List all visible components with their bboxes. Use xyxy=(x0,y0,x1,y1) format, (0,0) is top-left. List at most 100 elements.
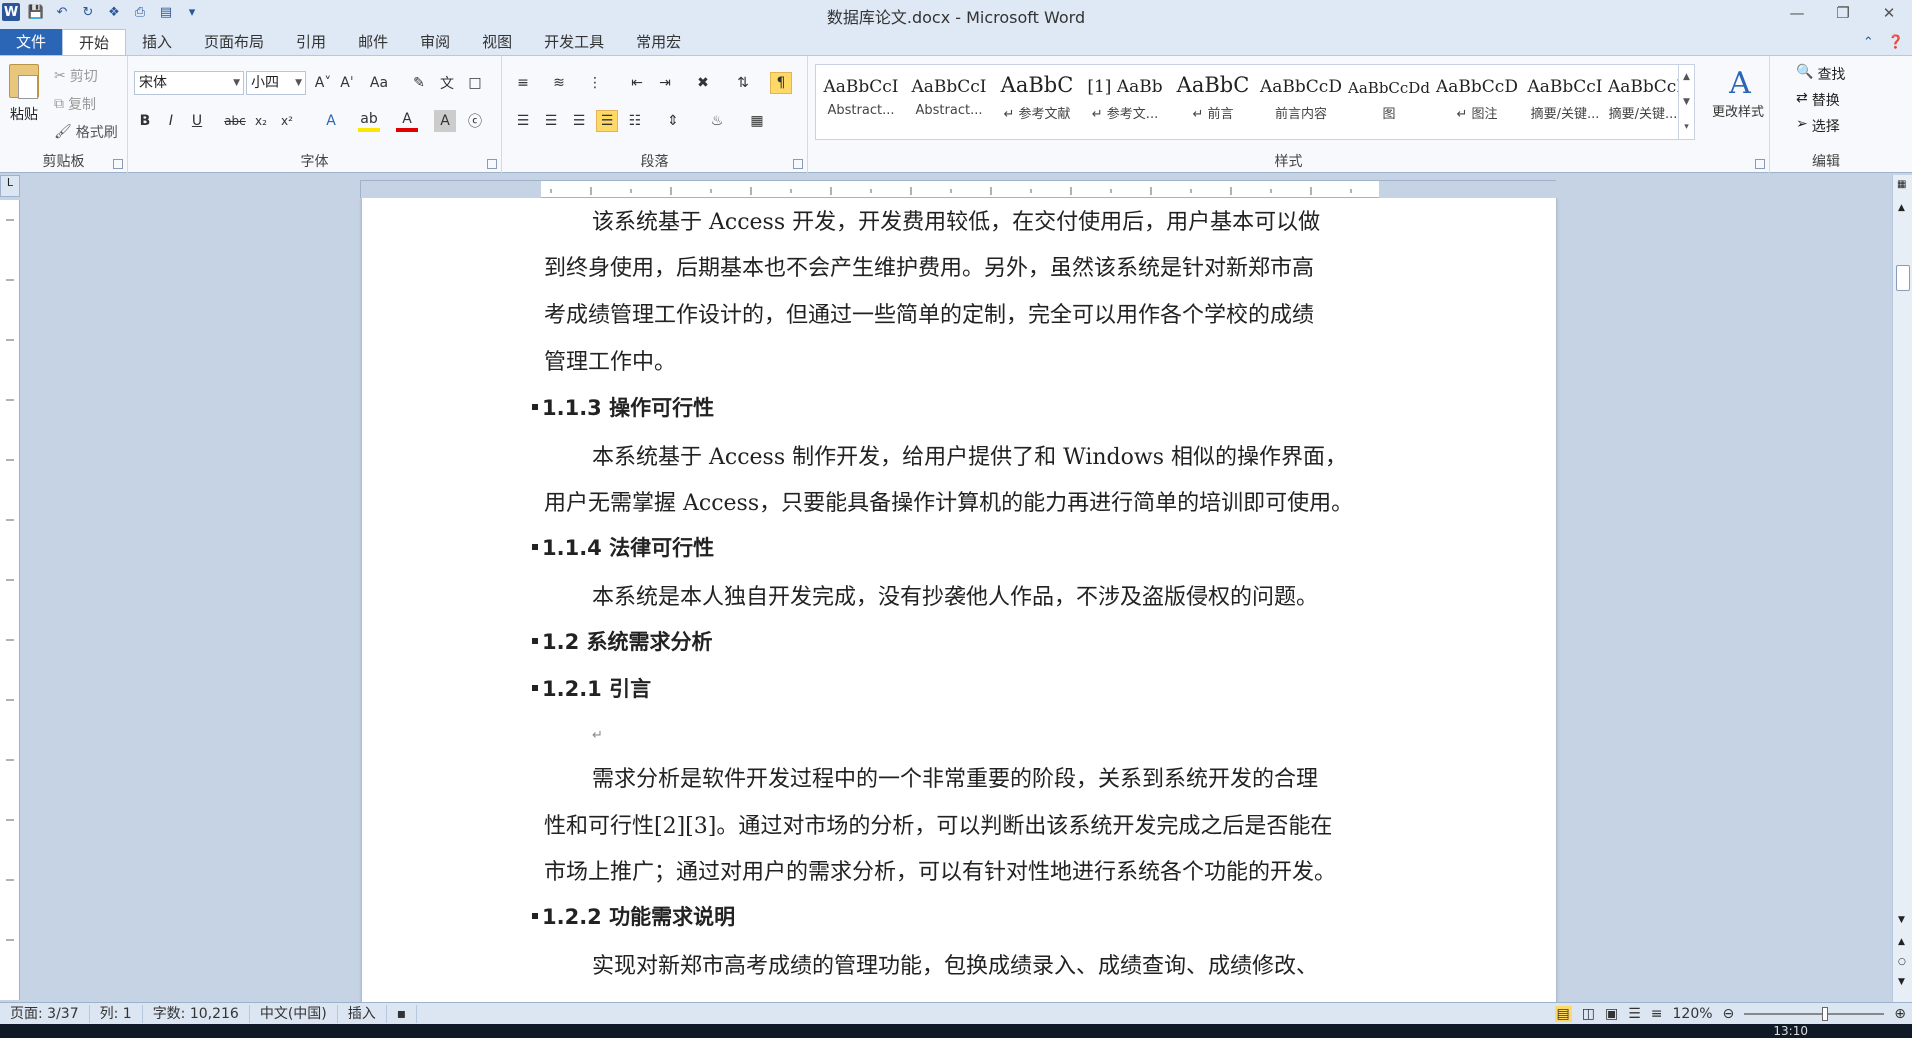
enclose-char-icon[interactable]: ⓒ xyxy=(464,110,486,132)
minimize-ribbon-icon[interactable]: ⌃ xyxy=(1863,35,1874,50)
format-painter-button[interactable]: 🖌 格式刷 xyxy=(54,122,118,142)
close-icon[interactable]: ✕ xyxy=(1866,0,1912,26)
font-size-combo[interactable]: 小四 ▼ xyxy=(246,71,306,95)
document-page[interactable]: 该系统基于 Access 开发，开发费用较低，在交付使用后，用户基本可以做 到终… xyxy=(362,198,1556,1002)
multilevel-list-icon[interactable]: ⋮ xyxy=(584,72,606,94)
status-word-count[interactable]: 字数: 10,216 xyxy=(143,1004,250,1023)
full-screen-reading-icon[interactable]: ◫ xyxy=(1582,1006,1595,1022)
scroll-up-icon[interactable]: ▲ xyxy=(1683,72,1690,82)
zoom-in-icon[interactable]: ⊕ xyxy=(1894,1006,1906,1022)
status-language[interactable]: 中文(中国) xyxy=(250,1004,338,1023)
scroll-up-icon[interactable]: ▲ xyxy=(1898,203,1905,213)
style-item[interactable]: AaBbC ↵ 参考文献 xyxy=(994,67,1080,137)
style-item[interactable]: AaBbCcD 摘要/关键... xyxy=(1608,67,1678,137)
tab-home[interactable]: 开始 xyxy=(62,29,127,55)
style-item[interactable]: AaBbCcDd 图 xyxy=(1346,67,1432,137)
clear-format-icon[interactable]: ✎ xyxy=(408,72,430,94)
vertical-ruler[interactable] xyxy=(0,200,20,1000)
chinese-layout-icon[interactable]: ✖ xyxy=(692,72,714,94)
align-center-icon[interactable]: ☰ xyxy=(540,110,562,132)
tab-view[interactable]: 视图 xyxy=(466,29,528,55)
zoom-slider[interactable] xyxy=(1744,1006,1885,1021)
print-layout-icon[interactable]: ▤ xyxy=(1554,1005,1572,1022)
outline-icon[interactable]: ☰ xyxy=(1628,1006,1641,1022)
tab-selector[interactable]: L xyxy=(0,175,20,197)
tab-page-layout[interactable]: 页面布局 xyxy=(188,29,280,55)
prev-page-icon[interactable]: ▲ xyxy=(1898,937,1905,947)
bold-icon[interactable]: B xyxy=(134,110,156,132)
tab-references[interactable]: 引用 xyxy=(280,29,342,55)
borders-icon[interactable]: ▦ xyxy=(746,110,768,132)
web-layout-icon[interactable]: ▣ xyxy=(1605,1006,1618,1022)
sort-icon[interactable]: ⇅ xyxy=(732,72,754,94)
style-item[interactable]: AaBbCcI Abstract... xyxy=(818,67,904,137)
scroll-down-icon[interactable]: ▼ xyxy=(1683,97,1690,107)
shrink-font-icon[interactable]: Aˈ xyxy=(336,72,358,94)
ruler-toggle-icon[interactable]: ▦ xyxy=(1897,179,1906,190)
tab-file[interactable]: 文件 xyxy=(0,29,62,55)
cut-button[interactable]: ✂ 剪切 xyxy=(54,66,98,86)
strikethrough-icon[interactable]: abc xyxy=(224,110,246,132)
char-shading-icon[interactable]: A xyxy=(434,110,456,132)
style-item[interactable]: AaBbCcI 摘要/关键... xyxy=(1522,67,1608,137)
paste-button[interactable]: 粘贴 xyxy=(6,64,42,124)
zoom-level[interactable]: 120% xyxy=(1673,1006,1713,1022)
line-spacing-icon[interactable]: ⇕ xyxy=(662,110,684,132)
font-name-combo[interactable]: 宋体 ▼ xyxy=(134,71,244,95)
browse-object-icon[interactable]: ○ xyxy=(1898,957,1906,967)
gallery-scroll[interactable]: ▲ ▼ ▾ xyxy=(1678,65,1694,139)
align-left-icon[interactable]: ☰ xyxy=(512,110,534,132)
text-effects-icon[interactable]: A xyxy=(320,110,342,132)
style-item[interactable]: AaBbCcD ↵ 图注 xyxy=(1434,67,1520,137)
more-styles-icon[interactable]: ▾ xyxy=(1684,122,1689,132)
increase-indent-icon[interactable]: ⇥ xyxy=(654,72,676,94)
help-icon[interactable]: ❓ xyxy=(1888,35,1904,50)
change-case-icon[interactable]: Aa xyxy=(368,72,390,94)
dialog-launcher-icon[interactable] xyxy=(793,159,803,169)
bullets-icon[interactable]: ≡ xyxy=(512,72,534,94)
next-page-icon[interactable]: ▼ xyxy=(1898,977,1905,987)
scroll-down-icon[interactable]: ▼ xyxy=(1898,915,1905,925)
copy-button[interactable]: ⧉ 复制 xyxy=(54,94,96,114)
zoom-out-icon[interactable]: ⊖ xyxy=(1723,1006,1735,1022)
draft-icon[interactable]: ≡ xyxy=(1651,1006,1663,1022)
underline-icon[interactable]: U xyxy=(186,110,208,132)
show-marks-icon[interactable]: ¶ xyxy=(770,72,792,94)
subscript-icon[interactable]: x₂ xyxy=(250,110,272,132)
style-item[interactable]: AaBbCcD 前言内容 xyxy=(1258,67,1344,137)
tab-mailings[interactable]: 邮件 xyxy=(342,29,404,55)
select-button[interactable]: ➢ 选择 xyxy=(1796,116,1840,136)
dialog-launcher-icon[interactable] xyxy=(487,159,497,169)
macro-record-icon[interactable]: ▪ xyxy=(387,1004,418,1023)
style-item[interactable]: AaBbCcI Abstract... xyxy=(906,67,992,137)
status-column[interactable]: 列: 1 xyxy=(90,1004,143,1023)
tab-insert[interactable]: 插入 xyxy=(126,29,188,55)
shading-icon[interactable]: ♨ xyxy=(706,110,728,132)
decrease-indent-icon[interactable]: ⇤ xyxy=(626,72,648,94)
tab-macros[interactable]: 常用宏 xyxy=(620,29,697,55)
align-right-icon[interactable]: ☰ xyxy=(568,110,590,132)
grow-font-icon[interactable]: A˅ xyxy=(312,72,334,94)
status-insert-mode[interactable]: 插入 xyxy=(338,1004,387,1023)
justify-icon[interactable]: ☰ xyxy=(596,110,618,132)
horizontal-ruler[interactable] xyxy=(360,180,1557,199)
dialog-launcher-icon[interactable] xyxy=(1755,159,1765,169)
status-page[interactable]: 页面: 3/37 xyxy=(0,1004,90,1023)
phonetic-guide-icon[interactable]: 文 xyxy=(436,72,458,94)
style-item[interactable]: AaBbC ↵ 前言 xyxy=(1170,67,1256,137)
distributed-icon[interactable]: ☷ xyxy=(624,110,646,132)
tab-developer[interactable]: 开发工具 xyxy=(528,29,620,55)
change-styles-button[interactable]: A 更改样式 xyxy=(1712,66,1768,120)
scroll-thumb[interactable] xyxy=(1896,265,1910,291)
italic-icon[interactable]: I xyxy=(160,110,182,132)
style-item[interactable]: [1] AaBb ↵ 参考文... xyxy=(1082,67,1168,137)
tab-review[interactable]: 审阅 xyxy=(404,29,466,55)
find-button[interactable]: 🔍 查找 xyxy=(1796,64,1845,84)
dialog-launcher-icon[interactable] xyxy=(113,159,123,169)
superscript-icon[interactable]: x² xyxy=(276,110,298,132)
highlight-icon[interactable]: ab xyxy=(358,110,380,132)
zoom-slider-knob[interactable] xyxy=(1822,1006,1829,1021)
numbering-icon[interactable]: ≋ xyxy=(548,72,570,94)
replace-button[interactable]: ⇄ 替换 xyxy=(1796,90,1840,110)
restore-icon[interactable]: ❐ xyxy=(1820,0,1866,26)
